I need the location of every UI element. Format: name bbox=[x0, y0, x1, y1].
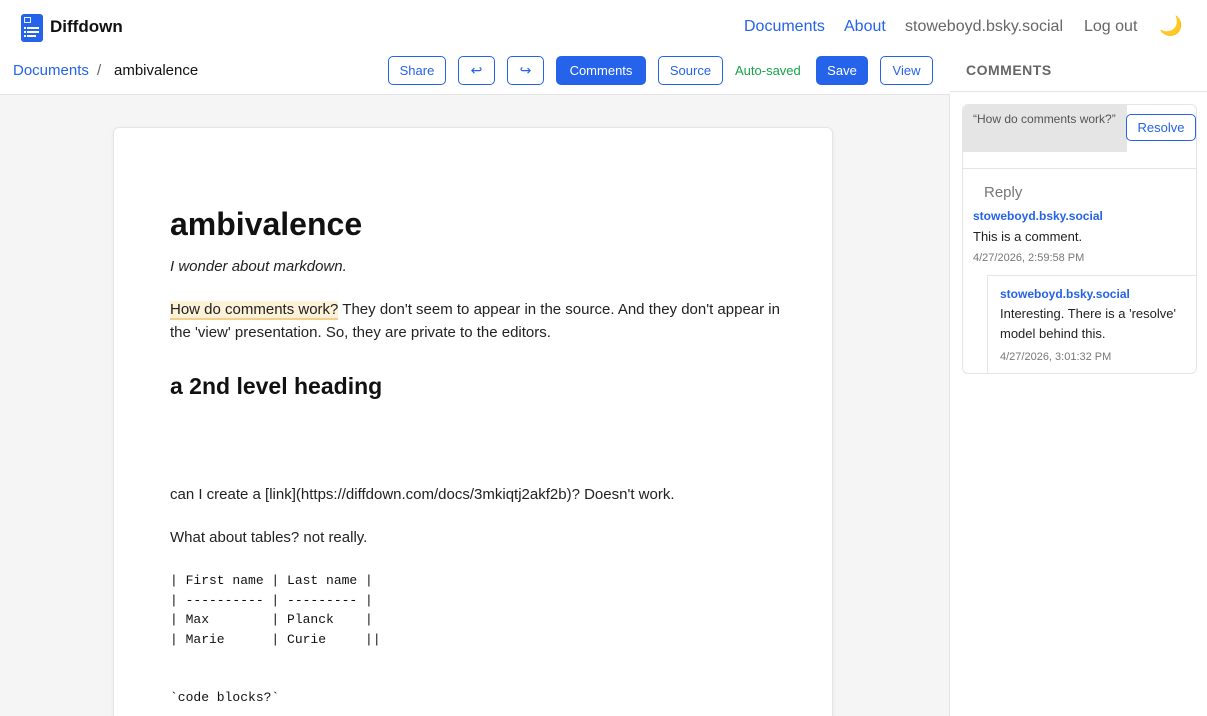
nav-link-documents[interactable]: Documents bbox=[744, 18, 825, 36]
table-line[interactable]: | First name | Last name | bbox=[170, 571, 373, 591]
diffdown-logo-icon[interactable] bbox=[21, 14, 43, 42]
sidebar-divider bbox=[950, 91, 1207, 92]
code-line[interactable]: `code blocks?` bbox=[170, 688, 279, 708]
document-title[interactable]: ambivalence bbox=[170, 206, 362, 243]
commented-text-highlight[interactable]: How do comments work? bbox=[170, 301, 339, 320]
reply-button[interactable]: Reply bbox=[984, 184, 1022, 201]
document-tables-line[interactable]: What about tables? not really. bbox=[170, 529, 367, 546]
comment-thread: “How do comments work?” Resolve Reply st… bbox=[962, 104, 1197, 374]
editor-area: ambivalence I wonder about markdown. How… bbox=[0, 95, 950, 716]
share-button[interactable]: Share bbox=[388, 56, 446, 85]
redo-icon: ↪ bbox=[519, 62, 532, 78]
comment-author[interactable]: stoweboyd.bsky.social bbox=[973, 209, 1103, 223]
undo-button[interactable]: ↩ bbox=[458, 56, 495, 85]
comment-timestamp: 4/27/2026, 2:59:58 PM bbox=[973, 252, 1085, 264]
document-heading-2[interactable]: a 2nd level heading bbox=[170, 373, 382, 400]
document-subtitle[interactable]: I wonder about markdown. bbox=[170, 258, 347, 275]
resolve-button[interactable]: Resolve bbox=[1126, 114, 1196, 141]
document-link-line[interactable]: can I create a [link](https://diffdown.c… bbox=[170, 486, 675, 503]
source-button[interactable]: Source bbox=[658, 56, 723, 85]
nested-reply: stoweboyd.bsky.social Interesting. There… bbox=[987, 275, 1197, 373]
nav-username: stoweboyd.bsky.social bbox=[905, 18, 1063, 35]
dark-mode-toggle-icon[interactable]: 🌙 bbox=[1159, 17, 1183, 37]
undo-icon: ↩ bbox=[470, 62, 483, 78]
editor-toolbar: Documents / ambivalence Share ↩ ↪ Commen… bbox=[0, 48, 950, 95]
comment-author[interactable]: stoweboyd.bsky.social bbox=[1000, 287, 1130, 301]
comments-title: COMMENTS bbox=[966, 62, 1052, 78]
comment-body: This is a comment. bbox=[973, 229, 1083, 244]
table-line[interactable]: | Max | Planck | bbox=[170, 610, 373, 630]
comments-button[interactable]: Comments bbox=[556, 56, 646, 85]
comment-body: Interesting. There is a 'resolve' model … bbox=[1000, 306, 1176, 341]
document-page[interactable]: ambivalence I wonder about markdown. How… bbox=[113, 127, 833, 716]
comment-quote: “How do comments work?” bbox=[963, 105, 1127, 152]
document-paragraph[interactable]: How do comments work? They don't seem to… bbox=[170, 298, 790, 344]
view-button[interactable]: View bbox=[880, 56, 933, 85]
table-line[interactable]: | Marie | Curie || bbox=[170, 630, 381, 650]
redo-button[interactable]: ↪ bbox=[507, 56, 544, 85]
save-button[interactable]: Save bbox=[816, 56, 868, 85]
table-line[interactable]: | ---------- | --------- | bbox=[170, 591, 373, 611]
breadcrumb-separator: / bbox=[97, 62, 102, 79]
thread-divider bbox=[963, 168, 1196, 169]
comment-timestamp: 4/27/2026, 3:01:32 PM bbox=[1000, 351, 1112, 363]
top-nav: Diffdown Documents About stoweboyd.bsky.… bbox=[0, 0, 1207, 48]
comments-sidebar: COMMENTS “How do comments work?” Resolve… bbox=[950, 48, 1207, 716]
brand-name[interactable]: Diffdown bbox=[50, 17, 123, 37]
logout-link[interactable]: Log out bbox=[1084, 18, 1137, 36]
autosave-status: Auto-saved bbox=[735, 63, 801, 78]
breadcrumb-documents[interactable]: Documents bbox=[13, 62, 89, 79]
nav-link-about[interactable]: About bbox=[844, 18, 886, 36]
breadcrumb-current: ambivalence bbox=[114, 62, 199, 79]
